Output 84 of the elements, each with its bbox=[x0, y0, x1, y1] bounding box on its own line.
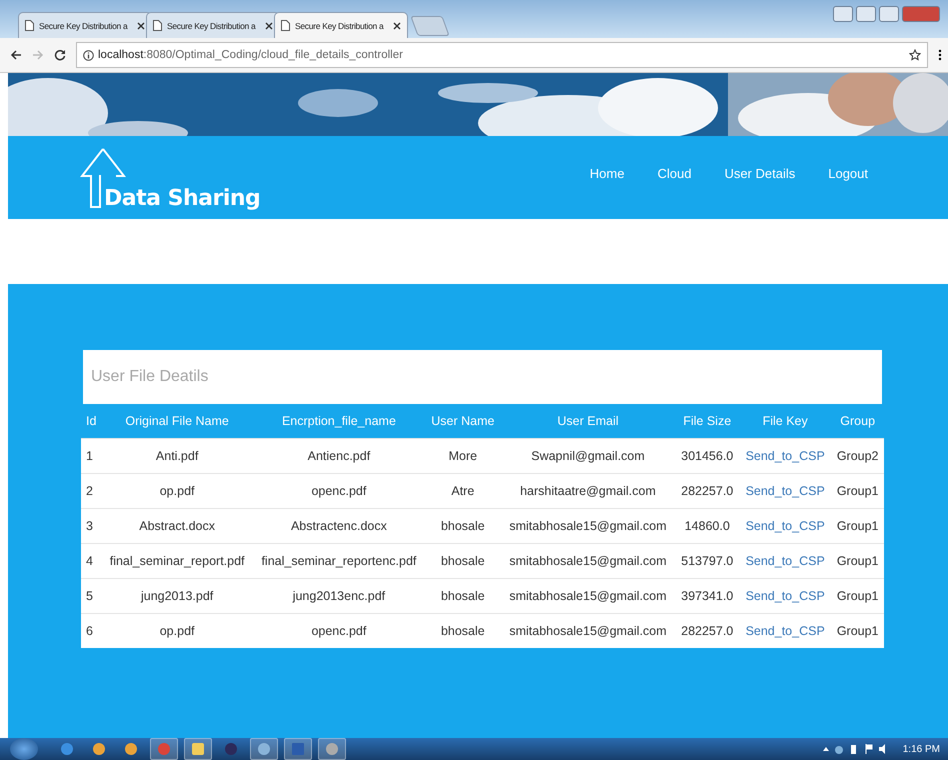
send-link[interactable]: Send_to_CSP bbox=[746, 484, 825, 498]
maximize-button[interactable] bbox=[879, 6, 899, 22]
clock-time: 1:16 PM bbox=[902, 744, 940, 754]
close-icon[interactable] bbox=[393, 22, 401, 30]
table-cell: 2 bbox=[86, 484, 93, 498]
table-cell: jung2013.pdf bbox=[140, 589, 214, 603]
table-cell: Atre bbox=[451, 484, 474, 498]
table-cell: 301456.0 bbox=[681, 449, 734, 463]
table-cell: More bbox=[448, 449, 478, 463]
table-cell: bhosale bbox=[440, 554, 485, 568]
table-cell: 6 bbox=[86, 624, 93, 638]
table-cell: bhosale bbox=[440, 589, 485, 603]
site-logo-text[interactable]: Data Sharing bbox=[104, 186, 260, 210]
nav-link[interactable]: Cloud bbox=[657, 166, 692, 181]
table-cell: harshitaatre@gmail.com bbox=[520, 484, 656, 498]
reload-icon[interactable] bbox=[54, 49, 66, 61]
table-cell: final_seminar_reportenc.pdf bbox=[261, 554, 416, 568]
taskbar-app-icon[interactable] bbox=[250, 738, 278, 760]
start-button[interactable] bbox=[10, 738, 38, 760]
column-header: File Size bbox=[675, 404, 740, 438]
nav-link[interactable]: User Details bbox=[724, 166, 796, 181]
nav-link[interactable]: Home bbox=[590, 166, 624, 181]
table-cell: jung2013enc.pdf bbox=[292, 589, 386, 603]
forward-icon[interactable] bbox=[32, 49, 44, 61]
address-field[interactable]: localhost:8080/Optimal_Coding/cloud_file_details_controller bbox=[76, 42, 928, 68]
close-icon[interactable] bbox=[137, 22, 145, 30]
table-cell: bhosale bbox=[440, 519, 485, 533]
menu-icon[interactable] bbox=[938, 49, 942, 61]
table-cell: Group1 bbox=[836, 624, 879, 638]
taskbar-app-icon[interactable] bbox=[184, 738, 212, 760]
table-cell: openc.pdf bbox=[311, 624, 366, 638]
column-header: Group bbox=[831, 404, 884, 438]
table-cell: Group1 bbox=[836, 554, 879, 568]
send-link[interactable]: Send_to_CSP bbox=[746, 624, 825, 638]
column-header: User Email bbox=[500, 404, 676, 438]
taskbar-app-icon[interactable] bbox=[318, 738, 346, 760]
back-icon[interactable] bbox=[10, 49, 22, 61]
table-cell: 14860.0 bbox=[684, 519, 730, 533]
table-cell: Group2 bbox=[836, 449, 879, 463]
table-cell: 397341.0 bbox=[681, 589, 734, 603]
table-cell: Anti.pdf bbox=[156, 449, 198, 463]
table-cell: bhosale bbox=[440, 624, 485, 638]
column-header: File Key bbox=[739, 404, 832, 438]
column-header: User Name bbox=[425, 404, 501, 438]
table-cell: smitabhosale15@gmail.com bbox=[509, 589, 667, 603]
table-cell: Group1 bbox=[836, 519, 879, 533]
minimize-button[interactable] bbox=[856, 6, 876, 22]
table-cell: op.pdf bbox=[160, 624, 194, 638]
table-cell: Group1 bbox=[836, 484, 879, 498]
table-cell: Antienc.pdf bbox=[308, 449, 370, 463]
send-link[interactable]: Send_to_CSP bbox=[746, 554, 825, 568]
info-icon bbox=[83, 50, 94, 60]
table-cell: 3 bbox=[86, 519, 93, 533]
table-cell: 4 bbox=[86, 554, 93, 568]
table-cell: Swapnil@gmail.com bbox=[531, 449, 645, 463]
send-link[interactable]: Send_to_CSP bbox=[746, 589, 825, 603]
close-icon[interactable] bbox=[265, 22, 273, 30]
table-cell: 282257.0 bbox=[681, 484, 734, 498]
table-cell: openc.pdf bbox=[311, 484, 366, 498]
table-cell: 513797.0 bbox=[681, 554, 734, 568]
document-icon bbox=[25, 20, 34, 31]
table-cell: smitabhosale15@gmail.com bbox=[509, 554, 667, 568]
taskbar-app-icon[interactable] bbox=[284, 738, 312, 760]
browser-tab[interactable]: Secure Key Distribution a bbox=[274, 12, 408, 38]
column-header: Original File Name bbox=[102, 404, 253, 438]
column-header: Id bbox=[81, 404, 102, 438]
table-cell: 1 bbox=[86, 449, 93, 463]
table-cell: 5 bbox=[86, 589, 93, 603]
table-cell: Group1 bbox=[836, 589, 879, 603]
table-cell: Abstractenc.docx bbox=[290, 519, 387, 533]
send-link[interactable]: Send_to_CSP bbox=[746, 449, 825, 463]
column-header: Encrption_file_name bbox=[252, 404, 426, 438]
send-link[interactable]: Send_to_CSP bbox=[746, 519, 825, 533]
table-cell: final_seminar_report.pdf bbox=[110, 554, 245, 568]
taskbar-app-icon[interactable] bbox=[150, 738, 178, 760]
star-icon[interactable] bbox=[909, 49, 921, 61]
nav-link[interactable]: Logout bbox=[828, 166, 868, 181]
table-cell: op.pdf bbox=[160, 484, 194, 498]
table-cell: smitabhosale15@gmail.com bbox=[509, 624, 667, 638]
table-cell: 282257.0 bbox=[681, 624, 734, 638]
new-tab-button[interactable] bbox=[410, 16, 450, 36]
table-cell: smitabhosale15@gmail.com bbox=[509, 519, 667, 533]
table-cell: Abstract.docx bbox=[139, 519, 215, 533]
table-title: User File Deatils bbox=[91, 368, 208, 386]
